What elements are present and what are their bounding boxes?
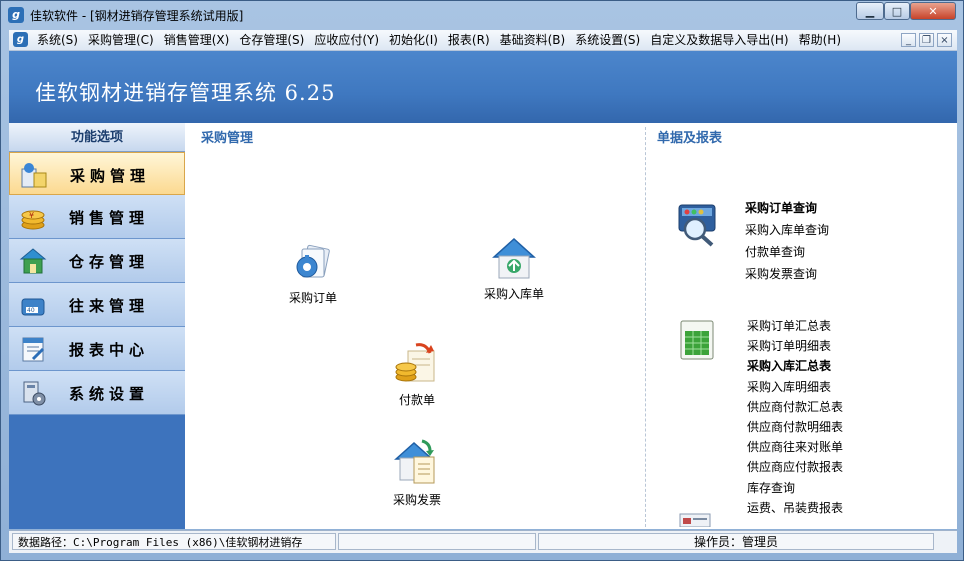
sidebar-item-label: 系统设置 [69,385,150,403]
report-link[interactable]: 付款单查询 [745,243,805,260]
mdi-minimize-button[interactable]: _ [901,33,916,47]
status-bar: 数据路径：C:\Program Files (x86)\佳软钢材进销存 操作员：… [9,530,957,553]
sidebar-header: 功能选项 [9,123,185,152]
menu-item[interactable]: 自定义及数据导入导出(H) [648,30,794,50]
status-data-path: 数据路径：C:\Program Files (x86)\佳软钢材进销存 [12,533,336,550]
status-operator: 操作员：管理员 [538,533,934,550]
menu-item[interactable]: 基础资料(B) [498,30,572,50]
section-title-purchase: 采购管理 [201,131,254,146]
section-title-reports: 单据及报表 [657,131,723,146]
report-link[interactable]: 采购订单明细表 [747,337,831,354]
report-link[interactable]: 采购订单汇总表 [747,317,831,334]
mdi-restore-button[interactable]: ❐ [919,33,934,47]
query-magnifier-icon [678,204,716,247]
banner-title: 佳软钢材进销存管理系统 6.25 [35,81,336,105]
panel-divider [645,127,646,527]
tile-purchase-receipt[interactable]: 采购入库单 [481,235,547,302]
sidebar-item-label: 报表中心 [69,341,150,359]
content-panel: 采购管理 单据及报表 采购订单 采购入库单 付款单 采购发票 采购订单查询 采购… [185,123,957,529]
report-link[interactable]: 供应商应付款报表 [747,458,843,475]
menu-item[interactable]: 采购管理(C) [86,30,160,50]
sales-icon: ¥ [21,210,45,230]
tile-label: 采购订单 [288,291,337,305]
mdi-close-button[interactable]: × [937,33,952,47]
menu-item[interactable]: 应收应付(Y) [312,30,385,50]
maximize-window-button[interactable]: □ [884,2,910,20]
sidebar-item-label: 往来管理 [69,297,150,315]
menu-app-icon[interactable]: g [13,32,28,47]
sidebar-item[interactable]: ¥ 销售管理 [9,195,185,239]
tile-payment[interactable]: 付款单 [387,341,447,408]
function-sidebar: 功能选项 采购管理 ¥ 销售管理仓存管理 40 往来管理报表中心系统设置 [9,123,185,529]
tile-purchase-order[interactable]: 采购订单 [283,241,343,306]
menu-item[interactable]: 帮助(H) [797,30,847,50]
svg-text:40: 40 [27,307,35,314]
report-link[interactable]: 供应商付款汇总表 [747,398,843,415]
menu-item[interactable]: 报表(R) [446,30,496,50]
header-banner: 佳软钢材进销存管理系统 6.25 [9,51,957,123]
report-link[interactable]: 库存查询 [747,479,795,496]
sidebar-item[interactable]: 40 往来管理 [9,283,185,327]
menu-bar: g 系统(S) 采购管理(C) 销售管理(X) 仓存管理(S) 应收应付(Y) 初始化(I… [9,30,957,51]
tile-label: 采购入库单 [483,287,544,301]
sidebar-item[interactable]: 系统设置 [9,371,185,415]
tile-purchase-invoice[interactable]: 采购发票 [387,437,447,508]
sidebar-item[interactable]: 采购管理 [9,152,185,195]
settings-icon [23,381,46,406]
status-middle [338,533,536,550]
purchase-invoice-icon [394,439,435,484]
minimize-window-button[interactable]: ▁ [856,2,884,20]
warehouse-icon [19,248,47,274]
menu-item[interactable]: 系统设置(S) [573,30,646,50]
tile-label: 采购发票 [392,493,441,507]
menu-items: 系统(S) 采购管理(C) 销售管理(X) 仓存管理(S) 应收应付(Y) 初始化(I) 报… [35,30,849,50]
app-logo-icon[interactable]: g [8,7,24,23]
menu-item[interactable]: 系统(S) [35,30,84,50]
sidebar-item-label: 仓存管理 [69,253,150,271]
sidebar-item-label: 采购管理 [70,167,151,185]
report-link[interactable]: 采购入库汇总表 [747,357,831,374]
report-link[interactable]: 采购入库明细表 [747,378,831,395]
report-chart-icon [680,320,714,360]
menu-item[interactable]: 初始化(I) [387,30,444,50]
sidebar-item[interactable]: 报表中心 [9,327,185,371]
main-window: g 佳软软件 - [钢材进销存管理系统试用版] ▁ □ ✕ g 系统(S) 采购管… [0,0,964,561]
sidebar-item[interactable]: 仓存管理 [9,239,185,283]
svg-text:¥: ¥ [29,211,34,220]
purchase-receipt-icon [492,237,536,279]
report-link[interactable]: 供应商往来对账单 [747,438,843,455]
report-link[interactable]: 采购发票查询 [745,265,817,282]
sidebar-item-label: 销售管理 [69,209,150,227]
window-title: 佳软软件 - [钢材进销存管理系统试用版] [30,9,244,23]
report-link[interactable]: 运费、吊装费报表 [747,499,843,516]
report-link[interactable]: 采购订单查询 [745,199,817,216]
menu-item[interactable]: 仓存管理(S) [237,30,310,50]
title-bar: g 佳软软件 - [钢材进销存管理系统试用版] ▁ □ ✕ [1,1,963,30]
close-window-button[interactable]: ✕ [910,2,956,20]
report-link[interactable]: 供应商付款明细表 [747,418,843,435]
partial-report-icon [679,513,711,527]
menu-item[interactable]: 销售管理(X) [162,30,236,50]
sidebar-nav: 采购管理 ¥ 销售管理仓存管理 40 往来管理报表中心系统设置 [9,152,185,415]
tile-label: 付款单 [398,393,435,407]
payment-icon [395,343,435,382]
purchase-order-icon [296,244,330,278]
accounts-icon: 40 [21,298,45,316]
report-link[interactable]: 采购入库单查询 [745,221,829,238]
report-icon [22,337,45,362]
purchase-icon [21,163,47,188]
